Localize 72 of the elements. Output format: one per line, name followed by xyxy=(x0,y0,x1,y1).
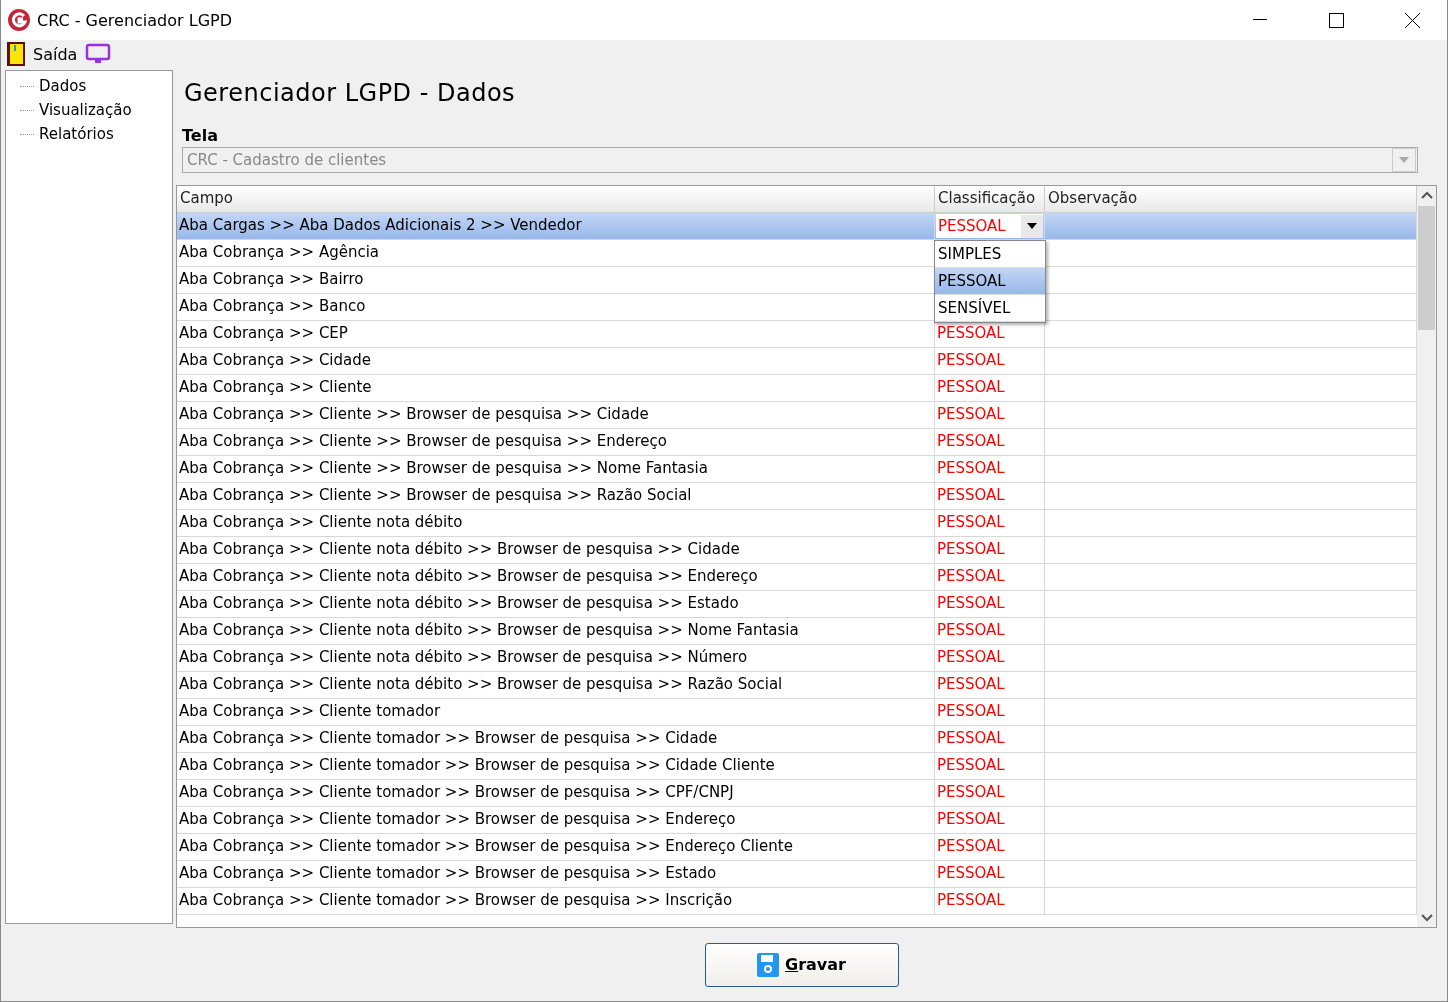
close-icon[interactable] xyxy=(1404,12,1420,28)
caret-icon xyxy=(1027,223,1037,229)
table-cell: Aba Cobrança >> Cliente >> Browser de pesquisa >> Razão Social xyxy=(177,483,935,509)
table-cell: PESSOAL xyxy=(937,432,1005,450)
dropdown-option[interactable]: SENSÍVEL xyxy=(935,295,1045,322)
table-cell: Aba Cobrança >> Cliente xyxy=(177,375,935,401)
scrollbar-thumb[interactable] xyxy=(1418,206,1435,330)
table-cell: Aba Cobrança >> Cliente tomador xyxy=(177,699,935,725)
table-cell: Aba Cobrança >> Cliente nota débito >> Browser de pesquisa >> Nome Fantasia xyxy=(177,618,935,644)
window-title: CRC - Gerenciador LGPD xyxy=(37,10,233,30)
minimize-icon[interactable] xyxy=(1253,19,1267,21)
page-heading: Gerenciador LGPD - Dados xyxy=(183,78,517,109)
table-cell: Aba Cobrança >> CEP xyxy=(177,321,935,347)
table-cell: PESSOAL xyxy=(937,405,1005,423)
table-cell: Aba Cobrança >> Cidade xyxy=(177,348,935,374)
table-cell: Aba Cobrança >> Cliente tomador >> Browser de pesquisa >> Endereço Cliente xyxy=(177,834,935,860)
maximize-icon[interactable] xyxy=(1328,12,1344,28)
table-cell: PESSOAL xyxy=(937,540,1005,558)
table-cell: PESSOAL xyxy=(937,837,1005,855)
table-cell: Aba Cobrança >> Cliente >> Browser de pesquisa >> Endereço xyxy=(177,429,935,455)
menu-item[interactable]: Saída xyxy=(33,44,78,64)
table-cell: PESSOAL xyxy=(937,729,1005,747)
table-cell: Aba Cobrança >> Cliente tomador >> Browser de pesquisa >> Cidade Cliente xyxy=(177,753,935,779)
table-cell: PESSOAL xyxy=(937,513,1005,531)
table-cell: Aba Cobrança >> Cliente nota débito >> Browser de pesquisa >> Endereço xyxy=(177,564,935,590)
monitor-icon[interactable] xyxy=(85,43,112,65)
table-cell: Aba Cobrança >> Cliente tomador >> Browser de pesquisa >> Inscrição xyxy=(177,888,935,914)
table-cell: PESSOAL xyxy=(937,486,1005,504)
app-logo-icon xyxy=(7,8,31,32)
table-cell: Aba Cobrança >> Banco xyxy=(177,294,935,320)
table-cell: Aba Cobrança >> Cliente tomador >> Browser de pesquisa >> CPF/CNPJ xyxy=(177,780,935,806)
table-cell: PESSOAL xyxy=(937,891,1005,909)
save-button[interactable]: Gravar xyxy=(704,942,899,987)
table-cell: PESSOAL xyxy=(937,459,1005,477)
table-cell: Aba Cobrança >> Cliente tomador >> Browser de pesquisa >> Estado xyxy=(177,861,935,887)
caret-icon xyxy=(1399,157,1409,163)
table-cell: Aba Cobrança >> Cliente tomador >> Browser de pesquisa >> Endereço xyxy=(177,807,935,833)
table-cell: Aba Cobrança >> Cliente tomador >> Browser de pesquisa >> Cidade xyxy=(177,726,935,752)
tree-item[interactable]: Dados xyxy=(38,77,88,95)
column-header[interactable]: Observação xyxy=(1045,186,1417,213)
table-cell: PESSOAL xyxy=(937,621,1005,639)
table-cell: PESSOAL xyxy=(937,864,1005,882)
table-cell: PESSOAL xyxy=(937,810,1005,828)
table-cell: PESSOAL xyxy=(937,648,1005,666)
table-cell: Aba Cobrança >> Cliente nota débito >> Browser de pesquisa >> Estado xyxy=(177,591,935,617)
table-cell: Aba Cargas >> Aba Dados Adicionais 2 >> Vendedor xyxy=(177,213,935,239)
table-cell: PESSOAL xyxy=(937,351,1005,369)
column-header[interactable]: Classificação xyxy=(935,186,1045,213)
field-label: Tela xyxy=(182,126,219,145)
table-cell: PESSOAL xyxy=(937,567,1005,585)
table-cell: Aba Cobrança >> Cliente nota débito >> Browser de pesquisa >> Cidade xyxy=(177,537,935,563)
table-cell: Aba Cobrança >> Cliente nota débito >> Browser de pesquisa >> Razão Social xyxy=(177,672,935,698)
table-cell: PESSOAL xyxy=(937,324,1005,342)
table-cell: PESSOAL xyxy=(937,783,1005,801)
column-header[interactable]: Campo xyxy=(177,186,935,213)
table-cell: PESSOAL xyxy=(937,702,1005,720)
classification-editor[interactable]: PESSOAL xyxy=(936,214,1043,238)
table-cell: Aba Cobrança >> Cliente nota débito >> Browser de pesquisa >> Número xyxy=(177,645,935,671)
table-cell: Aba Cobrança >> Cliente >> Browser de pesquisa >> Nome Fantasia xyxy=(177,456,935,482)
tree-item[interactable]: Visualização xyxy=(38,101,133,119)
table-cell: PESSOAL xyxy=(937,756,1005,774)
table-cell: Aba Cobrança >> Cliente >> Browser de pesquisa >> Cidade xyxy=(177,402,935,428)
table-cell: Aba Cobrança >> Cliente nota débito xyxy=(177,510,935,536)
table-cell: PESSOAL xyxy=(937,594,1005,612)
dropdown-option[interactable]: PESSOAL xyxy=(935,268,1045,295)
door-icon[interactable] xyxy=(7,42,25,66)
dropdown-option[interactable]: SIMPLES xyxy=(935,241,1045,268)
table-cell: Aba Cobrança >> Agência xyxy=(177,240,935,266)
table-cell: Aba Cobrança >> Bairro xyxy=(177,267,935,293)
table-cell: PESSOAL xyxy=(937,675,1005,693)
tree-item[interactable]: Relatórios xyxy=(38,125,115,143)
table-cell: PESSOAL xyxy=(937,378,1005,396)
